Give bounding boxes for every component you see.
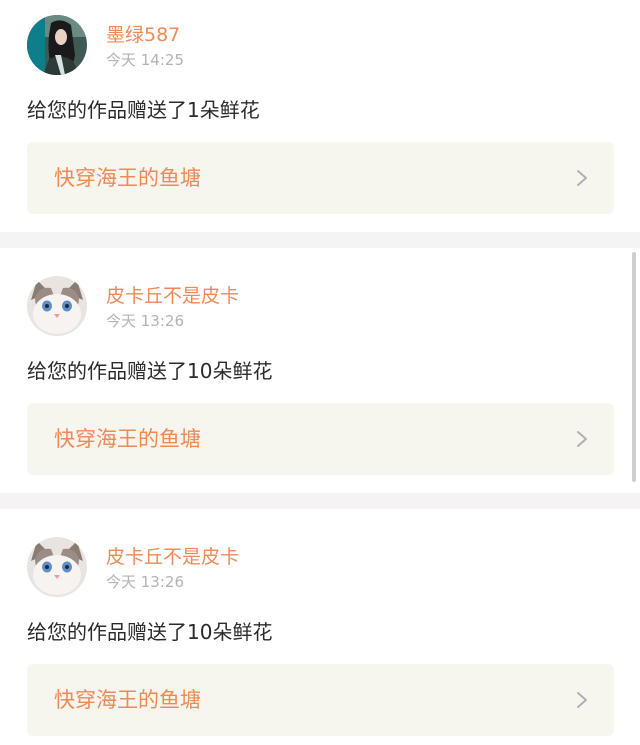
chevron-right-icon [576,169,588,187]
gift-notification-feed[interactable]: 墨绿587 今天 14:25 给您的作品赠送了1朵鲜花 快穿海王的鱼塘 皮卡丘不… [0,0,640,745]
chevron-right-icon [576,430,588,448]
username[interactable]: 皮卡丘不是皮卡 [106,285,239,307]
cat-avatar-icon [27,537,87,597]
user-avatar[interactable] [27,537,87,597]
scrollbar[interactable] [632,252,636,482]
timestamp: 今天 14:25 [106,51,184,69]
notification-card: 墨绿587 今天 14:25 给您的作品赠送了1朵鲜花 快穿海王的鱼塘 [0,0,640,232]
notification-card: 皮卡丘不是皮卡 今天 13:26 给您的作品赠送了10朵鲜花 快穿海王的鱼塘 [0,248,640,493]
user-avatar[interactable] [27,15,87,75]
gift-message: 给您的作品赠送了1朵鲜花 [27,98,260,122]
gift-message: 给您的作品赠送了10朵鲜花 [27,620,273,644]
cat-avatar-icon [27,276,87,336]
user-avatar[interactable] [27,276,87,336]
work-link[interactable]: 快穿海王的鱼塘 [27,142,614,214]
gift-message: 给您的作品赠送了10朵鲜花 [27,359,273,383]
card-separator [0,232,640,248]
work-title: 快穿海王的鱼塘 [54,166,201,190]
username[interactable]: 皮卡丘不是皮卡 [106,546,239,568]
timestamp: 今天 13:26 [106,573,184,591]
work-link[interactable]: 快穿海王的鱼塘 [27,403,614,475]
username[interactable]: 墨绿587 [106,24,180,46]
timestamp: 今天 13:26 [106,312,184,330]
card-separator [0,493,640,509]
work-title: 快穿海王的鱼塘 [54,688,201,712]
notification-card: 皮卡丘不是皮卡 今天 13:26 给您的作品赠送了10朵鲜花 快穿海王的鱼塘 [0,509,640,745]
work-title: 快穿海王的鱼塘 [54,427,201,451]
anime-character-avatar-icon [27,15,87,75]
chevron-right-icon [576,691,588,709]
work-link[interactable]: 快穿海王的鱼塘 [27,664,614,736]
